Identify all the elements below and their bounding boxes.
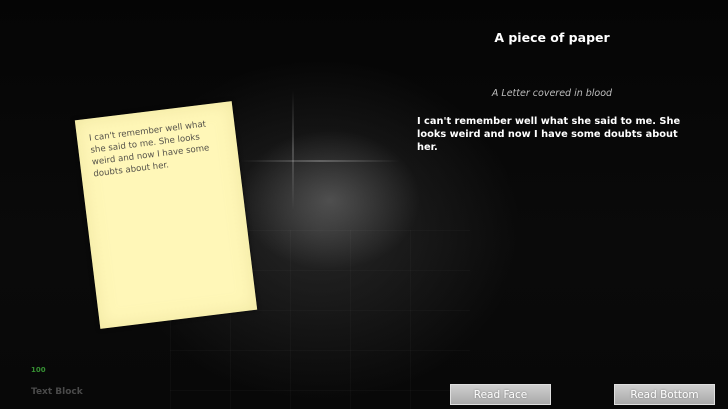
debug-fps-counter: 100	[31, 366, 46, 374]
item-subtitle: A Letter covered in blood	[491, 88, 613, 99]
game-scene: I can't remember well what she said to m…	[0, 0, 728, 409]
item-description: I can't remember well what she said to m…	[417, 116, 681, 153]
item-title: A piece of paper	[494, 30, 610, 45]
light-glare-horizontal	[240, 160, 400, 162]
read-face-button[interactable]: Read Face	[450, 384, 551, 405]
light-glare-vertical	[292, 90, 294, 210]
read-bottom-button[interactable]: Read Bottom	[614, 384, 715, 405]
paper-note[interactable]: I can't remember well what she said to m…	[74, 101, 258, 329]
debug-text-block-label: Text Block	[31, 387, 83, 397]
paper-note-text: I can't remember well what she said to m…	[88, 119, 210, 180]
